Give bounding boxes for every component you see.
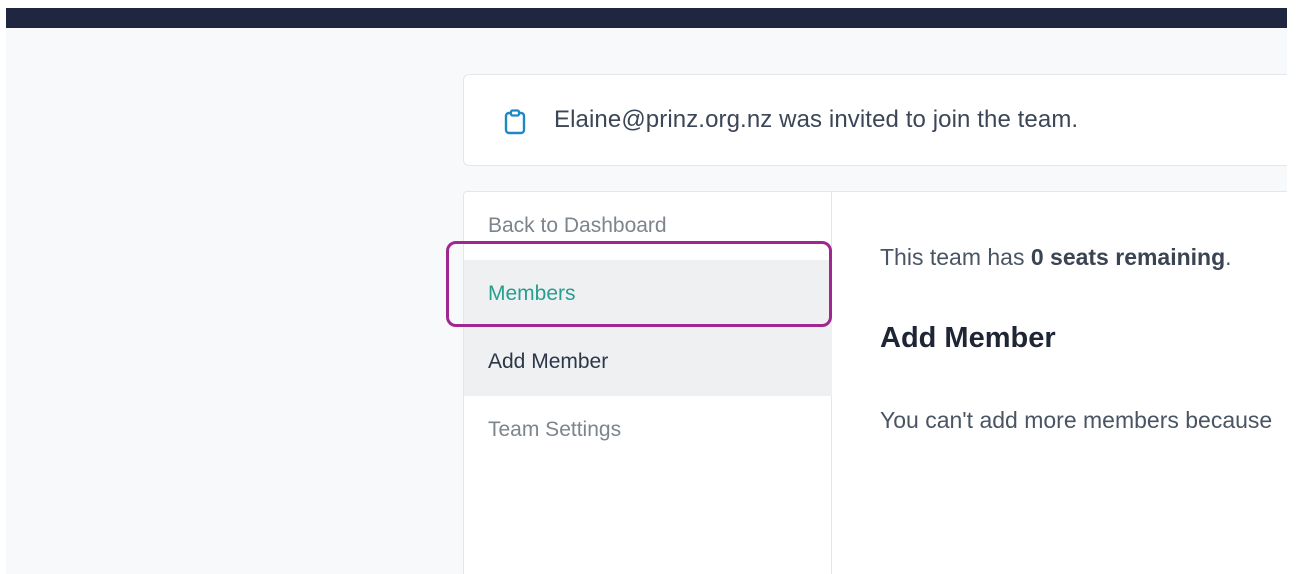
main-content: This team has 0 seats remaining. Add Mem… (832, 192, 1287, 574)
invite-notification: Elaine@prinz.org.nz was invited to join … (463, 74, 1287, 166)
top-navigation-bar (6, 8, 1287, 28)
sidebar-item-members[interactable]: Members (464, 260, 832, 328)
sidebar-item-back-to-dashboard[interactable]: Back to Dashboard (464, 192, 832, 260)
notification-message: Elaine@prinz.org.nz was invited to join … (554, 106, 1079, 133)
clipboard-icon (504, 109, 526, 135)
sidebar-item-label: Members (488, 282, 576, 305)
sidebar-item-label: Back to Dashboard (488, 214, 667, 237)
seats-remaining-text: This team has 0 seats remaining. (880, 244, 1232, 270)
team-panel: Back to Dashboard Members Add Member Tea… (463, 191, 1287, 574)
sidebar-item-label: Team Settings (488, 418, 622, 441)
sidebar-item-team-settings[interactable]: Team Settings (464, 396, 832, 464)
team-sidebar: Back to Dashboard Members Add Member Tea… (464, 192, 832, 574)
app-viewport: Elaine@prinz.org.nz was invited to join … (6, 8, 1287, 574)
add-member-heading: Add Member (880, 322, 1056, 354)
sidebar-item-add-member[interactable]: Add Member (464, 328, 832, 396)
sidebar-item-label: Add Member (488, 350, 609, 373)
cannot-add-members-text: You can't add more members because (880, 407, 1273, 433)
seats-remaining-count: 0 seats remaining (1030, 244, 1226, 270)
